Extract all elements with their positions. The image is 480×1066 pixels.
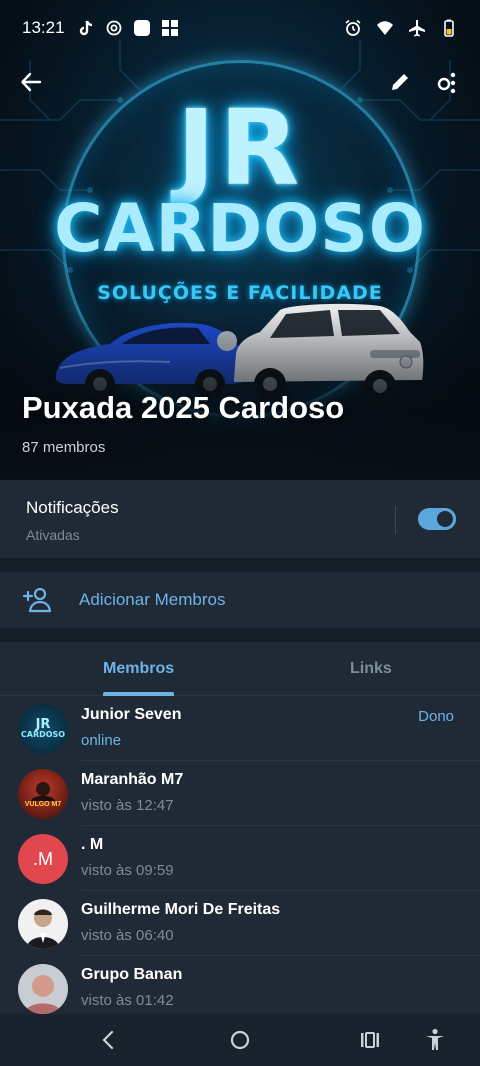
member-name: Maranhão M7 (81, 771, 184, 788)
list-item[interactable]: Grupo Banan visto às 01:42 (0, 956, 480, 1014)
chevron-left-icon (102, 1030, 114, 1050)
status-bar: 13:21 (0, 0, 480, 56)
accessibility-icon (426, 1028, 444, 1050)
more-icon (437, 72, 456, 94)
list-item[interactable]: .M . M visto às 09:59 (0, 826, 480, 891)
member-name: Junior Seven (81, 706, 182, 723)
group-member-count: 87 membros (22, 439, 106, 456)
member-status: online (81, 732, 122, 749)
member-status: visto às 09:59 (81, 862, 174, 879)
nav-home-button[interactable] (224, 1024, 256, 1056)
member-status: visto às 12:47 (81, 797, 174, 814)
nav-back-button[interactable] (93, 1024, 125, 1056)
avatar-photo (26, 909, 60, 949)
nav-recents-button[interactable] (354, 1024, 386, 1056)
system-nav-bar (0, 1014, 480, 1066)
app-icon (133, 20, 150, 36)
list-item[interactable]: VULGO M7 Maranhão M7 visto às 12:47 (0, 761, 480, 826)
notifications-status: Ativadas (26, 527, 80, 543)
nav-accessibility-button[interactable] (419, 1024, 451, 1056)
member-name: Guilherme Mori De Freitas (81, 901, 281, 918)
member-list: JR CARDOSO Junior Seven online Dono VULG… (0, 696, 480, 1014)
home-circle-icon (230, 1030, 250, 1050)
member-tabs: Membros Links (0, 642, 480, 696)
banner-logo-name: CARDOSO (54, 190, 426, 267)
alarm-icon (345, 19, 361, 36)
avatar-photo (24, 975, 62, 1014)
avatar (18, 899, 68, 949)
top-action-bar (0, 58, 480, 108)
section-gap (0, 628, 480, 642)
back-icon (21, 72, 42, 92)
avatar (18, 964, 68, 1014)
airplane-icon (409, 20, 425, 37)
tab-members[interactable]: Membros (103, 660, 174, 678)
avatar-logo-name: CARDOSO (20, 730, 66, 740)
toggle-knob (434, 508, 456, 530)
microsoft-icon (161, 20, 178, 36)
recents-icon (361, 1032, 379, 1048)
member-status: visto às 06:40 (81, 927, 174, 944)
avatar-figure (31, 781, 55, 801)
member-name: Grupo Banan (81, 966, 183, 983)
more-button[interactable] (427, 62, 467, 102)
status-time: 13:21 (22, 18, 65, 37)
edit-icon (392, 74, 408, 90)
avatar-text: VULGO M7 (24, 800, 62, 808)
list-item[interactable]: JR CARDOSO Junior Seven online Dono (0, 696, 480, 761)
tab-links[interactable]: Links (350, 660, 392, 678)
section-gap (0, 558, 480, 572)
member-name: . M (81, 836, 104, 853)
edit-button[interactable] (380, 62, 420, 102)
list-item[interactable]: Guilherme Mori De Freitas visto às 06:40 (0, 891, 480, 956)
member-role-badge: Dono (418, 708, 454, 725)
avatar-initials: .M (33, 848, 53, 869)
notifications-toggle[interactable] (418, 508, 456, 530)
back-button[interactable] (11, 62, 51, 102)
add-members-button[interactable]: Adicionar Membros (0, 572, 480, 628)
add-user-icon (22, 587, 52, 613)
notifications-divider (395, 506, 396, 534)
notifications-title: Notificações (26, 498, 119, 517)
group-title: Puxada 2025 Cardoso (22, 390, 345, 425)
member-status: visto às 01:42 (81, 992, 174, 1009)
avatar: VULGO M7 (18, 769, 68, 819)
add-members-label: Adicionar Membros (79, 590, 226, 609)
battery-icon (444, 19, 454, 37)
tiktok-icon (79, 20, 92, 36)
banner-logo-tagline: SOLUÇÕES E FACILIDADE (97, 282, 383, 304)
banner-logo-initials: JR (176, 87, 304, 209)
avatar: .M (18, 834, 68, 884)
wifi-icon (377, 21, 393, 35)
avatar: JR CARDOSO (18, 704, 68, 754)
notifications-row[interactable]: Notificações Ativadas (0, 480, 480, 558)
instagram-icon (106, 20, 121, 36)
